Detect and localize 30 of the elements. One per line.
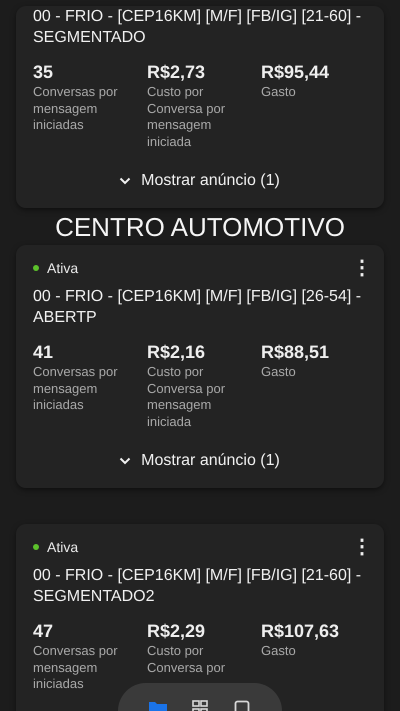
metric-value: R$88,51 xyxy=(261,341,330,363)
metric-label: Custo por Conversa por mensagem iniciada xyxy=(147,364,226,430)
ad-title: 00 - FRIO - [CEP16KM] [M/F] [FB/IG] [21-60] -SEGMENTADO2 xyxy=(33,566,362,607)
ad-title: 00 - FRIO - [CEP16KM] [M/F] [FB/IG] [21-60] -SEGMENTADO xyxy=(33,7,362,48)
ad-title: 00 - FRIO - [CEP16KM] [M/F] [FB/IG] [26-54] -ABERTP xyxy=(33,287,362,328)
status-label: Ativa xyxy=(47,260,78,276)
chevron-down-icon xyxy=(119,177,132,185)
section-heading: CENTRO AUTOMOTIVO xyxy=(55,212,345,242)
metric-value: 41 xyxy=(33,341,54,363)
metric-value: R$107,63 xyxy=(261,620,340,642)
metric-label: Gasto xyxy=(261,364,297,380)
metric-value: 35 xyxy=(33,61,54,83)
metric-value: R$2,73 xyxy=(147,61,206,83)
show-ad-button[interactable]: Mostrar anúncio (1) xyxy=(115,168,284,194)
metric-label: Custo por Conversa por mensagem iniciada xyxy=(147,84,226,150)
chevron-down-icon xyxy=(119,457,132,465)
more-menu[interactable]: ⋮ xyxy=(352,536,366,558)
show-ad-button[interactable]: Mostrar anúncio (1) xyxy=(115,448,284,474)
metric-value: R$2,29 xyxy=(147,620,206,642)
metric-label: Conversas por mensagem iniciadas xyxy=(33,84,119,134)
metric-value: 47 xyxy=(33,620,54,642)
metric-label: Custo por Conversa por xyxy=(147,643,226,676)
metric-label: Gasto xyxy=(261,84,297,100)
metric-label: Conversas por mensagem iniciadas xyxy=(33,643,119,692)
metric-value: R$2,16 xyxy=(147,341,206,363)
metric-value: R$95,44 xyxy=(261,61,330,83)
metric-label: Conversas por mensagem iniciadas xyxy=(33,364,119,414)
more-menu[interactable]: ⋮ xyxy=(352,257,366,279)
status-label: Ativa xyxy=(47,539,78,555)
metric-label: Gasto xyxy=(261,643,297,660)
